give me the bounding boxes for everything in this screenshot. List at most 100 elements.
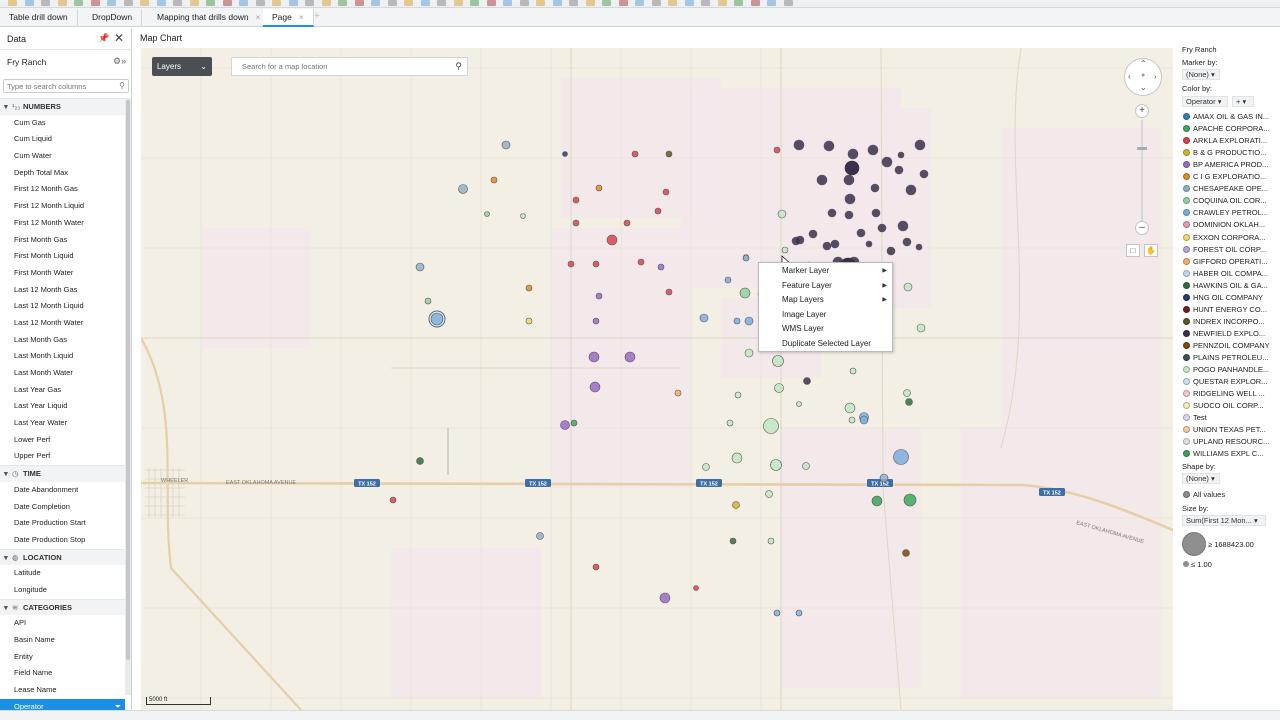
close-icon[interactable]: ✕ [114, 31, 124, 45]
tab-table-drill-down[interactable]: Table drill down [0, 9, 78, 27]
well-marker[interactable] [905, 398, 913, 406]
field-item[interactable]: Cum Gas [0, 115, 125, 132]
add-tab-button[interactable]: + [314, 11, 320, 22]
well-marker[interactable] [903, 389, 911, 397]
well-marker[interactable] [624, 351, 636, 363]
toolbar-icon[interactable] [24, 0, 34, 6]
well-marker[interactable] [767, 537, 775, 545]
toolbar-icon[interactable] [519, 0, 529, 6]
well-marker[interactable] [623, 219, 631, 227]
well-marker[interactable] [777, 209, 787, 219]
toolbar-icon[interactable] [437, 0, 446, 6]
toolbar-icon[interactable] [107, 0, 116, 6]
well-marker[interactable] [744, 316, 754, 326]
well-marker[interactable] [902, 237, 912, 247]
well-marker[interactable] [729, 537, 737, 545]
well-marker[interactable] [844, 210, 854, 220]
toolbar-icon[interactable] [288, 0, 298, 6]
legend-item[interactable]: B & G PRODUCTIO... [1183, 147, 1266, 159]
well-marker[interactable] [674, 389, 682, 397]
well-marker[interactable] [772, 355, 784, 367]
well-marker[interactable] [589, 381, 601, 393]
group-location[interactable]: ▾ ◍ LOCATION [0, 548, 125, 566]
center-dot-icon[interactable]: ● [1141, 72, 1145, 79]
toolbar-icon[interactable] [453, 0, 463, 6]
well-marker[interactable] [765, 490, 773, 498]
column-search-input[interactable] [4, 80, 112, 92]
legend-item[interactable]: DOMINION OKLAH... [1183, 219, 1265, 231]
legend-item[interactable]: CHESAPEAKE OPE... [1183, 183, 1268, 195]
well-marker[interactable] [881, 156, 893, 168]
legend-item[interactable]: HUNT ENERGY CO... [1183, 304, 1267, 316]
well-marker[interactable] [897, 151, 905, 159]
well-marker[interactable] [870, 183, 880, 193]
toolbar-icon[interactable] [404, 0, 413, 6]
search-icon[interactable]: ⚲ [119, 81, 125, 90]
well-marker[interactable] [592, 260, 600, 268]
well-marker[interactable] [848, 416, 856, 424]
toolbar-icon[interactable] [420, 0, 430, 6]
menu-item-marker-layer[interactable]: Marker Layer ▶ [759, 264, 892, 279]
well-marker[interactable] [424, 297, 432, 305]
legend-item[interactable]: EXXON CORPORA... [1183, 232, 1266, 244]
well-marker[interactable] [490, 176, 498, 184]
toolbar-icon[interactable] [354, 0, 364, 6]
well-marker[interactable] [816, 174, 828, 186]
well-marker[interactable] [501, 140, 511, 150]
field-item[interactable]: Upper Perf [0, 448, 125, 465]
well-marker[interactable] [893, 449, 909, 465]
field-list-scrollbar[interactable] [125, 98, 131, 695]
well-marker[interactable] [773, 146, 781, 154]
toolbar-icon[interactable] [552, 0, 562, 6]
zoom-slider-handle[interactable] [1137, 147, 1147, 150]
size-by-dropdown[interactable]: Sum(First 12 Mon... ▾ [1182, 515, 1266, 526]
well-marker[interactable] [595, 184, 603, 192]
well-marker[interactable] [902, 549, 910, 557]
pan-up-icon[interactable]: ⌃ [1140, 59, 1147, 68]
well-marker[interactable] [843, 174, 855, 186]
field-item[interactable]: Last Month Liquid [0, 348, 125, 365]
toolbar-icon[interactable] [123, 0, 133, 6]
map-search-input[interactable] [232, 58, 442, 75]
field-item[interactable]: Lease Name [0, 682, 125, 699]
well-marker[interactable] [654, 207, 662, 215]
well-marker[interactable] [702, 463, 710, 471]
toolbar-icon[interactable] [486, 0, 496, 6]
field-item[interactable]: Last 12 Month Gas [0, 282, 125, 299]
legend-item[interactable]: FOREST OIL CORP... [1183, 244, 1266, 256]
well-marker[interactable] [903, 493, 917, 507]
well-marker[interactable] [822, 241, 832, 251]
legend-item[interactable]: HAWKINS OIL & GA... [1183, 280, 1268, 292]
caret-down-icon[interactable]: ▾ [4, 466, 12, 482]
map-svg[interactable]: WHEELER EAST OKLAHOMA AVENUEEAST OKLAHOMA… [141, 48, 1173, 710]
well-marker[interactable] [525, 317, 533, 325]
tab-page[interactable]: Page × [263, 9, 314, 27]
well-marker[interactable] [865, 240, 873, 248]
legend-item[interactable]: BP AMERICA PROD... [1183, 159, 1268, 171]
menu-item-image-layer[interactable]: Image Layer [759, 308, 892, 323]
legend-item[interactable]: INDREX INCORPO... [1183, 316, 1265, 328]
well-marker[interactable] [894, 165, 904, 175]
well-marker[interactable] [525, 284, 533, 292]
toolbar-icon[interactable] [57, 0, 67, 6]
well-marker[interactable] [903, 282, 913, 292]
well-marker[interactable] [733, 317, 741, 325]
well-marker[interactable] [830, 239, 840, 249]
well-marker[interactable] [859, 415, 869, 425]
well-marker[interactable] [726, 419, 734, 427]
well-marker[interactable] [844, 193, 856, 205]
legend-item[interactable]: C I G EXPLORATIO... [1183, 171, 1266, 183]
field-item[interactable]: First Month Gas [0, 232, 125, 249]
field-item[interactable]: Cum Liquid [0, 131, 125, 148]
field-item[interactable]: Last 12 Month Liquid [0, 298, 125, 315]
well-marker[interactable] [699, 313, 709, 323]
toolbar-icon[interactable] [189, 0, 199, 6]
well-marker[interactable] [572, 219, 580, 227]
menu-item-wms-layer[interactable]: WMS Layer [759, 322, 892, 337]
map-canvas[interactable]: WHEELER EAST OKLAHOMA AVENUE EAST OKLAHOMA… [141, 48, 1173, 710]
zoom-slider-track[interactable] [1141, 120, 1143, 222]
layers-button[interactable]: Layers ⌄ [152, 57, 212, 76]
well-marker[interactable] [915, 243, 923, 251]
caret-down-icon[interactable]: ▾ [4, 99, 12, 115]
zoom-out-button[interactable]: – [1135, 221, 1149, 235]
